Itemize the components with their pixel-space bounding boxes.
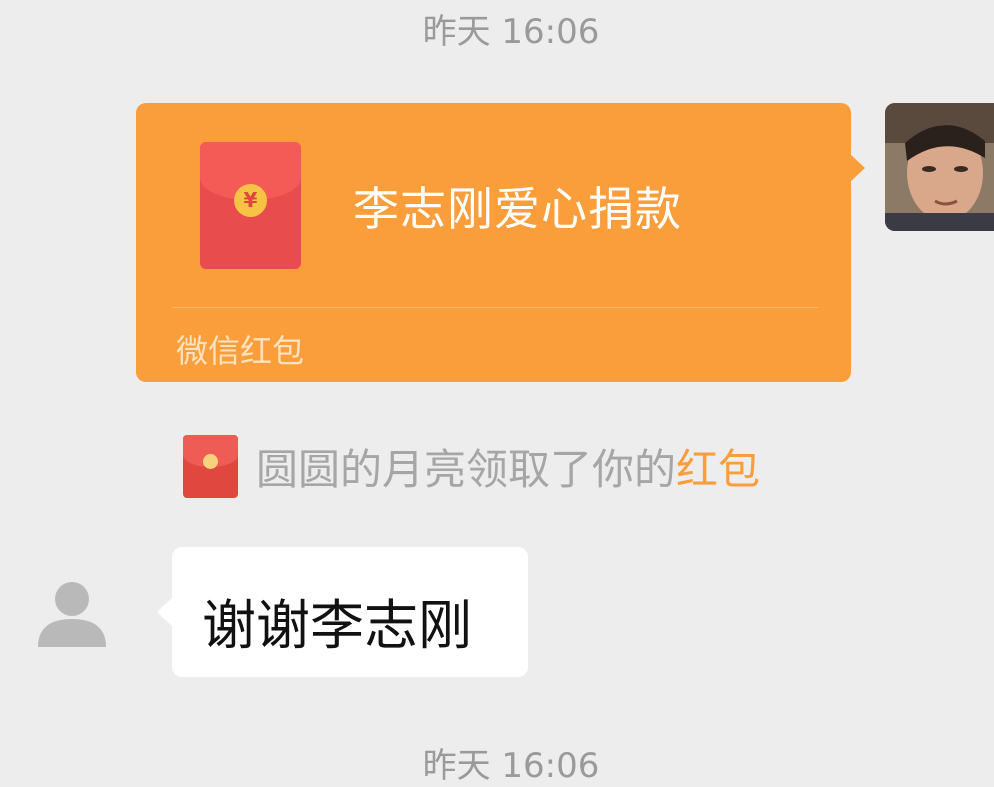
timestamp-top: 昨天 16:06 — [422, 12, 600, 52]
divider — [172, 307, 818, 308]
default-person-icon — [38, 582, 106, 647]
red-packet-footer: 微信红包 — [176, 332, 305, 370]
message-bubble[interactable]: 谢谢李志刚 — [157, 547, 528, 677]
message-text: 谢谢李志刚 — [202, 594, 472, 657]
red-packet-card[interactable]: ¥ 李志刚爱心捐款 微信红包 — [136, 103, 865, 382]
red-packet-claimed-notice: 圆圆的月亮领取了你的 红包 — [183, 434, 760, 498]
timestamp-bottom: 昨天 16:06 — [422, 746, 600, 786]
red-packet-link[interactable]: 红包 — [676, 436, 760, 497]
avatar-photo-icon — [885, 103, 994, 231]
red-packet-icon — [183, 434, 238, 498]
coin-icon: ¥ — [234, 184, 267, 217]
receiver-avatar[interactable] — [36, 575, 108, 647]
sender-avatar[interactable] — [885, 103, 994, 231]
red-packet-title: 李志刚爱心捐款 — [353, 182, 682, 236]
notice-text: 圆圆的月亮领取了你的 — [256, 444, 677, 494]
red-envelope-icon: ¥ — [200, 142, 301, 269]
